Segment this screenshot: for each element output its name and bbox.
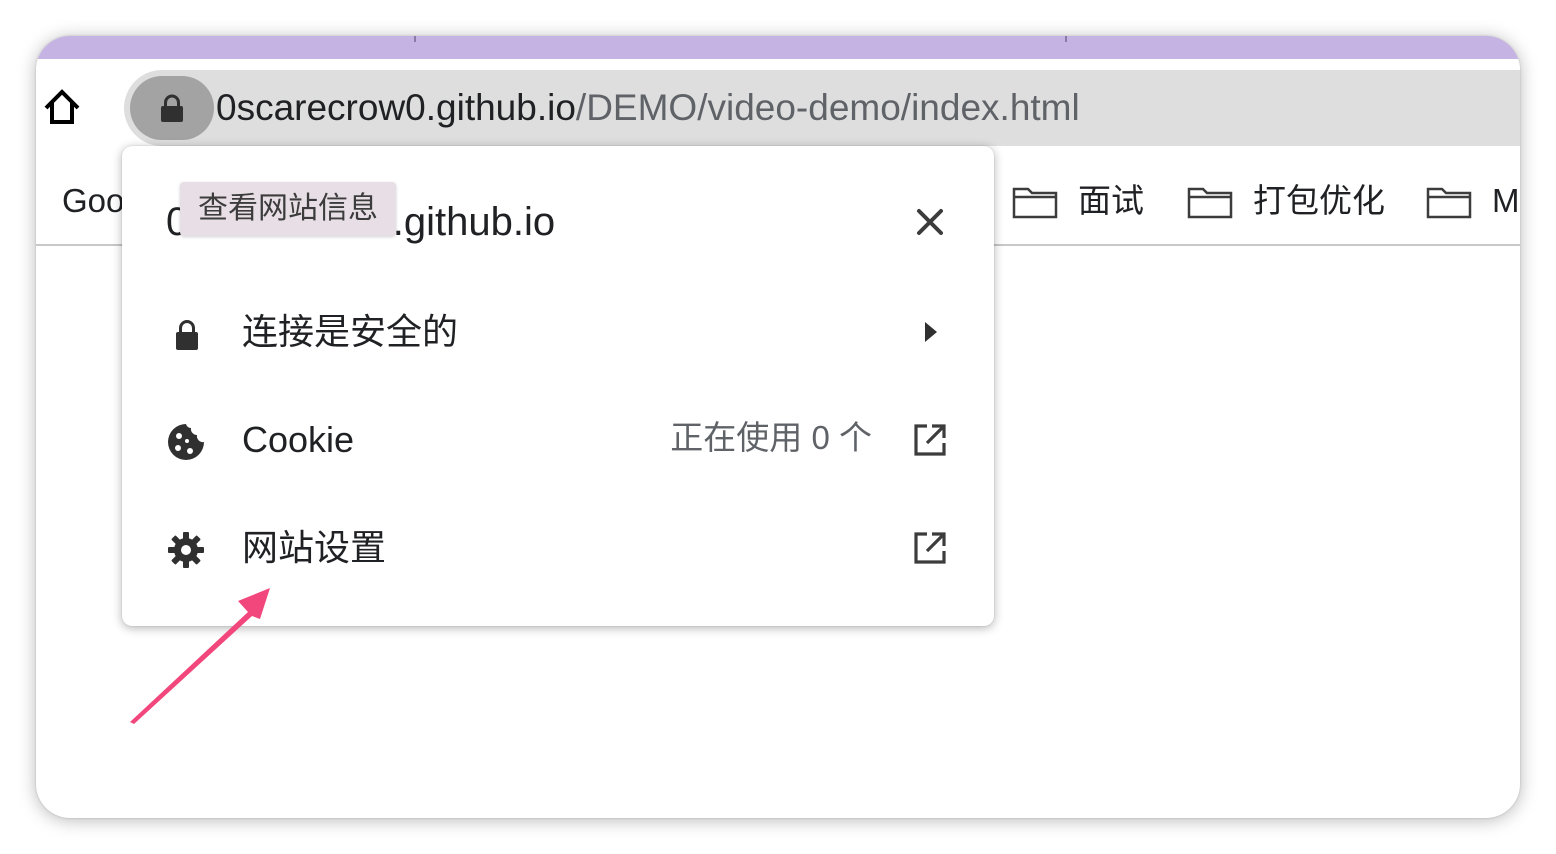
bookmark-google[interactable]: Goo [62,181,124,221]
cookie-status: 正在使用 0 个 [670,419,872,456]
bookmark-label: M [1492,182,1520,219]
cookie-row[interactable]: Cookie 正在使用 0 个 [122,392,994,488]
close-icon[interactable] [910,202,950,242]
folder-icon [1187,187,1233,219]
tab-strip[interactable] [36,36,1520,59]
tab-divider [414,36,416,42]
site-info-popup: 0scarecrow0.github.io 查看网站信息 连接是安全的 [122,146,994,626]
cookie-icon [166,422,206,462]
connection-secure-label: 连接是安全的 [242,311,459,352]
site-info-tooltip: 查看网站信息 [180,182,396,236]
cookie-label: Cookie [242,419,355,460]
home-icon[interactable] [42,87,82,127]
external-link-icon[interactable] [910,420,950,460]
url-host: 0scarecrow0.github.io [216,87,576,128]
site-info-button[interactable] [130,76,214,140]
external-link-icon[interactable] [910,528,950,568]
lock-icon [161,94,183,122]
address-bar[interactable]: 0scarecrow0.github.io/DEMO/video-demo/in… [124,70,1520,146]
screenshot: 0scarecrow0.github.io/DEMO/video-demo/in… [0,0,1556,854]
gear-icon [166,530,206,570]
chevron-right-icon [910,312,950,352]
site-settings-label: 网站设置 [242,527,387,568]
lock-icon [166,314,206,354]
bookmark-label: 打包优化 [1253,182,1385,219]
connection-secure-row[interactable]: 连接是安全的 [122,284,994,380]
bookmark-label: 面试 [1078,182,1144,219]
url-text[interactable]: 0scarecrow0.github.io/DEMO/video-demo/in… [216,84,1080,132]
tab-divider [1065,36,1067,42]
folder-icon [1012,187,1058,219]
toolbar: 0scarecrow0.github.io/DEMO/video-demo/in… [36,59,1520,147]
url-path: /DEMO/video-demo/index.html [575,87,1080,128]
folder-icon [1426,187,1472,219]
site-settings-row[interactable]: 网站设置 [122,500,994,596]
